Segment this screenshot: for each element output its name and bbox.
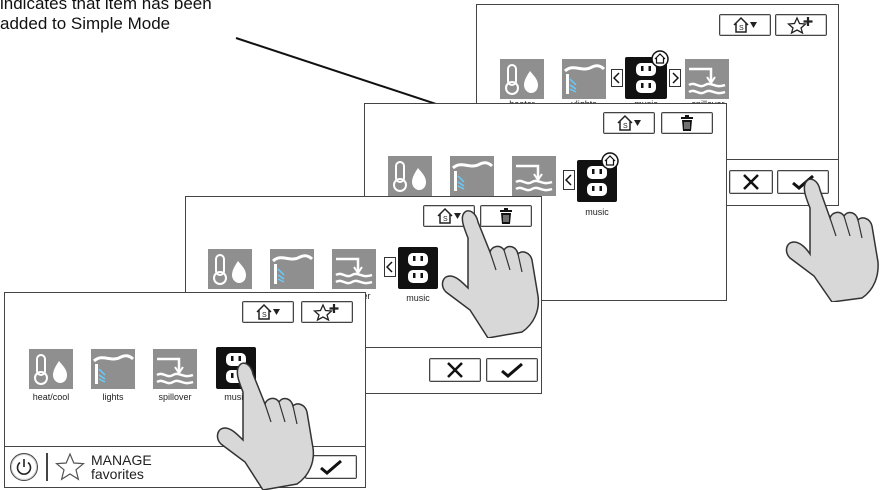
heat-tile[interactable]: [208, 249, 252, 289]
spillover-icon: [685, 59, 729, 99]
lights-tile[interactable]: [270, 249, 314, 289]
chevron-right-icon: [672, 72, 679, 84]
spillover-tile[interactable]: [512, 156, 556, 196]
lights-tile[interactable]: [562, 59, 606, 99]
tile-label: lights: [102, 392, 124, 402]
heat-cool-tile[interactable]: [29, 349, 73, 389]
manage-line-1: MANAGE: [91, 452, 152, 468]
thermometer-flame-icon: [500, 59, 544, 99]
thermometer-flame-icon: [388, 156, 432, 196]
star-plus-icon: [786, 16, 813, 34]
move-left-button[interactable]: [611, 69, 623, 87]
hand-pointer-icon: [216, 362, 315, 490]
x-icon: [743, 174, 759, 190]
svg-text:S: S: [739, 25, 744, 32]
thermometer-flame-icon: [29, 349, 73, 389]
add-favorite-button[interactable]: [301, 301, 353, 323]
manage-favorites-label[interactable]: MANAGE favorites: [91, 453, 152, 481]
power-icon: [16, 459, 32, 475]
chevron-left-icon: [386, 261, 393, 273]
star-outline-icon: [55, 452, 85, 481]
check-icon: [501, 362, 523, 378]
chevron-left-icon: [613, 72, 620, 84]
music-tile-selected[interactable]: [398, 247, 438, 289]
heater-tile[interactable]: [500, 59, 544, 99]
delete-button[interactable]: [661, 112, 713, 134]
lights-tile[interactable]: [91, 349, 135, 389]
tile-label: music: [585, 207, 609, 217]
simple-mode-badge-icon: [651, 50, 669, 68]
add-favorite-button[interactable]: [775, 14, 827, 36]
trash-icon: [681, 115, 693, 131]
hand-pointer-icon: [441, 210, 540, 338]
spillover-icon: [512, 156, 556, 196]
spillover-tile[interactable]: [153, 349, 197, 389]
svg-text:S: S: [623, 123, 628, 130]
x-icon: [447, 362, 463, 378]
chevron-left-icon: [565, 174, 572, 186]
lights-icon: [450, 156, 494, 196]
cancel-button[interactable]: [429, 358, 481, 382]
lights-icon: [91, 349, 135, 389]
spillover-tile[interactable]: [332, 249, 376, 289]
simple-mode-button[interactable]: S: [242, 301, 294, 323]
simple-mode-badge-icon: [601, 152, 619, 170]
power-button[interactable]: [10, 453, 38, 481]
svg-text:S: S: [262, 312, 267, 319]
spillover-icon: [332, 249, 376, 289]
move-right-button[interactable]: [669, 69, 681, 87]
hand-pointer-icon: [785, 178, 879, 302]
lights-tile[interactable]: [450, 156, 494, 196]
divider: [46, 453, 48, 481]
simple-mode-button[interactable]: S: [719, 14, 771, 36]
heat-tile[interactable]: [388, 156, 432, 196]
manage-line-2: favorites: [91, 466, 144, 482]
house-s-arrow-icon: S: [256, 303, 280, 320]
move-left-button[interactable]: [563, 170, 575, 190]
house-s-arrow-icon: S: [733, 16, 757, 33]
tile-label: heat/cool: [32, 392, 70, 402]
lights-icon: [562, 59, 606, 99]
simple-mode-button[interactable]: S: [603, 112, 655, 134]
confirm-button[interactable]: [486, 358, 538, 382]
star-plus-icon: [312, 303, 339, 321]
house-s-arrow-icon: S: [617, 114, 641, 131]
cancel-button[interactable]: [729, 170, 773, 194]
spillover-tile[interactable]: [685, 59, 729, 99]
tile-label: spillover: [158, 392, 192, 402]
outlet-icon: [408, 253, 428, 283]
spillover-icon: [153, 349, 197, 389]
move-left-button[interactable]: [384, 257, 396, 277]
thermometer-flame-icon: [208, 249, 252, 289]
lights-icon: [270, 249, 314, 289]
